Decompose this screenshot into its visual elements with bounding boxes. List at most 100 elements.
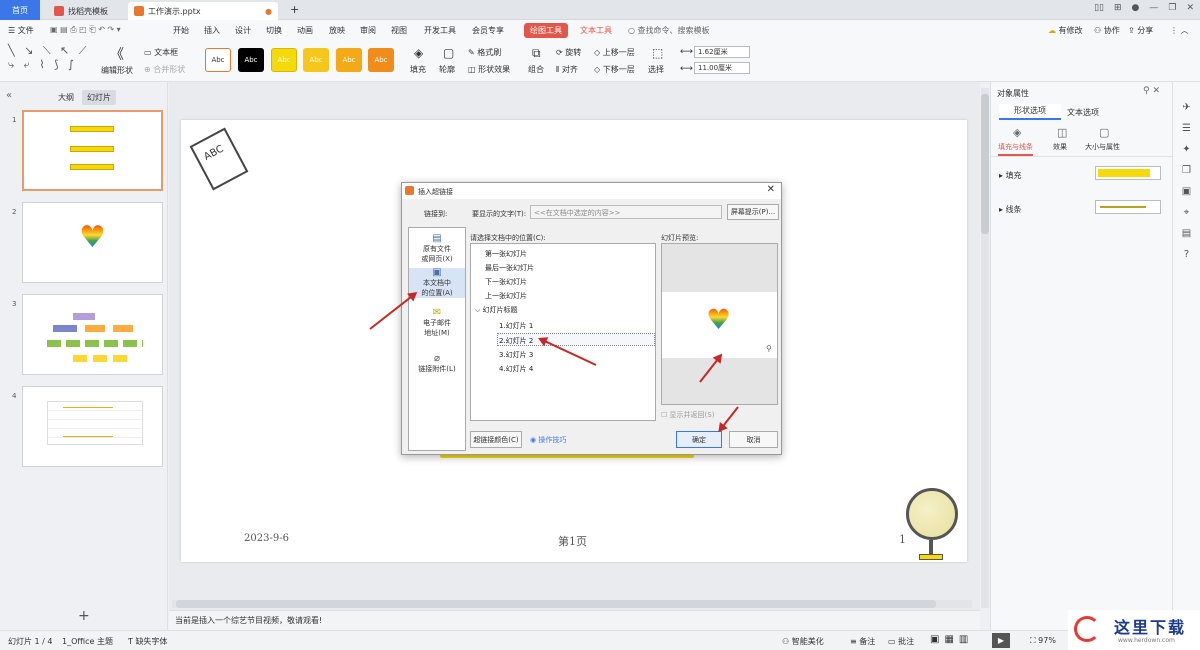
outline-icon[interactable]: ▢: [443, 46, 454, 60]
collapse-icon[interactable]: «: [6, 90, 12, 101]
combine-button[interactable]: 组合: [528, 64, 544, 75]
loc-slide-2[interactable]: 2.幻灯片 2: [497, 333, 655, 346]
nav-existing-file[interactable]: ▤ 原有文件 或网页(X): [409, 234, 465, 264]
copy-icon[interactable]: ❐: [1182, 165, 1191, 176]
shape-gallery[interactable]: ╲ ↘ ⟍ ↖ ⟋ ⤷ ⤶ ⌇ ⟆ ∫: [8, 44, 89, 72]
nav-email[interactable]: ✉ 电子邮件 地址(M): [409, 308, 465, 338]
play-button[interactable]: ▶: [992, 633, 1010, 648]
sub-tab-effect[interactable]: 效果: [1053, 142, 1067, 152]
horizontal-scrollbar[interactable]: [172, 600, 972, 608]
maximize-icon[interactable]: ❐: [1168, 3, 1176, 13]
view-buttons[interactable]: ▣▦▥: [930, 634, 973, 645]
nav-attachment[interactable]: ⌀ 链接附件(L): [409, 354, 465, 374]
bring-forward-button[interactable]: ◇ 上移一层: [594, 47, 635, 58]
fill-color-picker[interactable]: [1095, 166, 1161, 180]
format-painter-button[interactable]: ✎ 格式刷: [468, 47, 501, 58]
edit-shape-icon[interactable]: 《: [110, 44, 124, 64]
scroll-thumb[interactable]: [981, 94, 989, 234]
grid-icon[interactable]: ⊞: [1114, 3, 1122, 13]
share-button[interactable]: ⇪ 分享: [1128, 25, 1153, 36]
size-icon[interactable]: ▢: [1099, 126, 1109, 139]
pin-icon[interactable]: ✦: [1182, 144, 1190, 155]
fill-button[interactable]: 填充: [410, 64, 426, 75]
menu-member[interactable]: 会员专享: [472, 25, 504, 36]
menu-design[interactable]: 设计: [235, 25, 251, 36]
link-color-button[interactable]: 超链接颜色(C): [470, 431, 522, 448]
menu-start[interactable]: 开始: [173, 25, 189, 36]
help-icon[interactable]: ?: [1184, 249, 1189, 260]
height-input[interactable]: 1.62厘米: [694, 46, 750, 58]
loc-slide-3[interactable]: 3.幻灯片 3: [499, 350, 533, 360]
zoom-level[interactable]: ⛶ 97%: [1030, 636, 1056, 646]
slide-thumbnail-4[interactable]: [22, 386, 163, 467]
send-backward-button[interactable]: ◇ 下移一层: [594, 64, 635, 75]
rocket-icon[interactable]: ✈: [1182, 102, 1190, 113]
rotate-button[interactable]: ⟳ 旋转: [556, 47, 581, 58]
layout-icon[interactable]: ▯▯: [1094, 3, 1104, 13]
line-style-picker[interactable]: [1095, 200, 1161, 214]
menu-animation[interactable]: 动画: [297, 25, 313, 36]
modified-button[interactable]: ☁ 有修改: [1048, 25, 1083, 36]
edit-shape-button[interactable]: 编辑形状: [101, 65, 133, 76]
menu-text-tool[interactable]: 文本工具: [580, 25, 612, 36]
sub-tab-size[interactable]: 大小与属性: [1085, 142, 1120, 152]
slide-thumbnail-3[interactable]: [22, 294, 163, 375]
beautify-button[interactable]: ⚇ 智能美化: [782, 636, 824, 647]
menu-review[interactable]: 审阅: [360, 25, 376, 36]
search-box[interactable]: ○ 查找命令、搜索模板: [628, 25, 710, 36]
avatar[interactable]: ●: [1132, 3, 1140, 13]
sub-tab-fill-line[interactable]: 填充与线条: [998, 142, 1033, 156]
h-scroll-thumb[interactable]: [176, 600, 936, 608]
tab-template[interactable]: 找稻壳模板: [48, 2, 123, 20]
slide-thumbnail-1[interactable]: [22, 110, 163, 191]
style-preset-5[interactable]: Abc: [336, 48, 362, 72]
notes-button[interactable]: ≡ 备注: [850, 636, 875, 647]
menu-developer[interactable]: 开发工具: [424, 25, 456, 36]
tab-text-options[interactable]: 文本选项: [1067, 107, 1099, 118]
minimize-icon[interactable]: —: [1149, 3, 1158, 13]
loc-last-slide[interactable]: 最后一张幻灯片: [485, 263, 534, 273]
loc-first-slide[interactable]: 第一张幻灯片: [485, 249, 527, 259]
book-icon[interactable]: ▤: [1182, 228, 1191, 239]
outline-button[interactable]: 轮廓: [439, 64, 455, 75]
close-icon[interactable]: ✕: [1186, 3, 1194, 13]
add-slide-button[interactable]: +: [78, 608, 90, 624]
location-tree[interactable]: 第一张幻灯片 最后一张幻灯片 下一张幻灯片 上一张幻灯片 ⌵ 幻灯片标题 1.幻…: [470, 243, 656, 421]
comment-button[interactable]: ▭ 批注: [888, 636, 914, 647]
menu-file[interactable]: ☰ 文件: [8, 25, 34, 36]
loc-slide-1[interactable]: 1.幻灯片 1: [499, 321, 533, 331]
menu-transition[interactable]: 切换: [266, 25, 282, 36]
select-button[interactable]: 选择: [648, 64, 664, 75]
textbox-button[interactable]: ▭ 文本框: [144, 47, 178, 58]
loc-next-slide[interactable]: 下一张幻灯片: [485, 277, 527, 287]
menu-drawing-tool[interactable]: 绘图工具: [524, 23, 568, 38]
fill-icon[interactable]: ◈: [414, 46, 423, 60]
dialog-close-icon[interactable]: ✕: [767, 184, 775, 195]
style-preset-1[interactable]: Abc: [205, 48, 231, 72]
merge-shape-button[interactable]: ⊕ 合并形状: [144, 64, 185, 75]
screen-tip-button[interactable]: 屏幕提示(P)...: [727, 204, 779, 220]
menu-insert[interactable]: 插入: [204, 25, 220, 36]
vertical-scrollbar[interactable]: [981, 88, 989, 608]
effect-icon[interactable]: ◫: [1057, 126, 1067, 139]
tab-shape-options[interactable]: 形状选项: [999, 104, 1061, 120]
fill-line-icon[interactable]: ◈: [1013, 126, 1021, 139]
fill-section[interactable]: ▸ 填充: [999, 170, 1022, 181]
show-return-checkbox[interactable]: ☐ 显示并返回(S): [661, 410, 714, 420]
style-preset-6[interactable]: Abc: [368, 48, 394, 72]
location-icon[interactable]: ⌖: [1184, 207, 1190, 218]
collaborate-button[interactable]: ⚇ 协作: [1094, 25, 1120, 36]
tab-slides[interactable]: 幻灯片: [82, 90, 116, 105]
line-section[interactable]: ▸ 线条: [999, 204, 1022, 215]
cancel-button[interactable]: 取消: [729, 431, 778, 448]
image-icon[interactable]: ▣: [1182, 186, 1191, 197]
tab-home[interactable]: 首页: [0, 0, 40, 20]
shape-effect-button[interactable]: ◫ 形状效果: [468, 64, 510, 75]
slide-thumbnail-2[interactable]: ♥: [22, 202, 163, 283]
tips-link[interactable]: ◉ 操作技巧: [530, 435, 566, 445]
display-text-input[interactable]: <<在文档中选定的内容>>: [530, 205, 722, 219]
notes-pane[interactable]: 当前是插入一个综艺节目视频，敬请观看!: [169, 610, 980, 630]
loc-slide-4[interactable]: 4.幻灯片 4: [499, 364, 533, 374]
tab-file[interactable]: 工作演示.pptx ●: [128, 2, 278, 20]
width-input[interactable]: 11.00厘米: [694, 62, 750, 74]
